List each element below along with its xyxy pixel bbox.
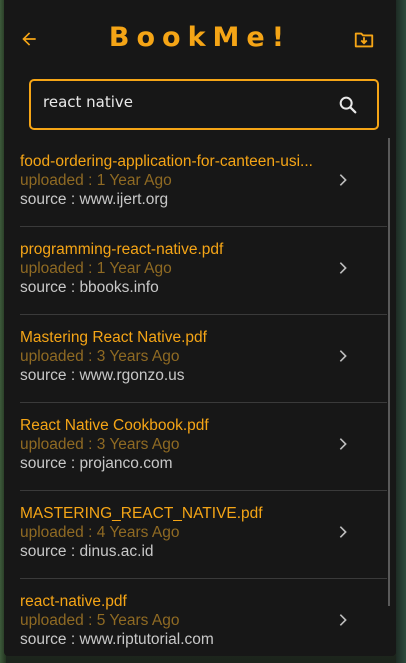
- result-uploaded: uploaded : 5 Years Ago: [20, 612, 180, 629]
- scrollbar[interactable]: [388, 138, 390, 606]
- chevron-right-icon: [339, 350, 347, 362]
- result-title: Mastering React Native.pdf: [20, 329, 207, 346]
- header: BookMe!: [4, 0, 396, 78]
- result-title: food-ordering-application-for-canteen-us…: [20, 153, 313, 170]
- result-uploaded: uploaded : 4 Years Ago: [20, 524, 180, 541]
- result-item[interactable]: food-ordering-application-for-canteen-us…: [20, 138, 387, 227]
- app-window: BookMe! food-ordering-application-for-ca…: [4, 0, 396, 656]
- chevron-right-icon: [339, 526, 347, 538]
- result-uploaded: uploaded : 3 Years Ago: [20, 348, 180, 365]
- result-item[interactable]: React Native Cookbook.pdf uploaded : 3 Y…: [20, 402, 387, 491]
- chevron-right-icon: [339, 614, 347, 626]
- search-input[interactable]: [43, 91, 323, 113]
- result-title: React Native Cookbook.pdf: [20, 417, 209, 434]
- result-item[interactable]: react-native.pdf uploaded : 5 Years Ago …: [20, 578, 387, 656]
- result-title: programming-react-native.pdf: [20, 241, 224, 258]
- chevron-right-icon: [339, 174, 347, 186]
- chevron-right-icon: [339, 438, 347, 450]
- downloads-button[interactable]: [352, 28, 376, 52]
- result-uploaded: uploaded : 1 Year Ago: [20, 172, 172, 189]
- result-source: source : dinus.ac.id: [20, 543, 154, 560]
- result-item[interactable]: Mastering React Native.pdf uploaded : 3 …: [20, 314, 387, 403]
- search-icon[interactable]: [337, 94, 359, 116]
- result-source: source : www.rgonzo.us: [20, 367, 185, 384]
- search-bar: [29, 79, 379, 130]
- result-title: MASTERING_REACT_NATIVE.pdf: [20, 505, 263, 522]
- app-title: BookMe!: [108, 22, 292, 53]
- result-source: source : www.riptutorial.com: [20, 631, 214, 648]
- result-uploaded: uploaded : 3 Years Ago: [20, 436, 180, 453]
- result-title: react-native.pdf: [20, 593, 127, 610]
- result-item[interactable]: MASTERING_REACT_NATIVE.pdf uploaded : 4 …: [20, 490, 387, 579]
- results-list: food-ordering-application-for-canteen-us…: [4, 138, 396, 656]
- result-uploaded: uploaded : 1 Year Ago: [20, 260, 172, 277]
- chevron-right-icon: [339, 262, 347, 274]
- folder-download-icon: [354, 32, 374, 48]
- result-source: source : bbooks.info: [20, 279, 159, 296]
- result-source: source : projanco.com: [20, 455, 173, 472]
- result-source: source : www.ijert.org: [20, 191, 169, 208]
- result-item[interactable]: programming-react-native.pdf uploaded : …: [20, 226, 387, 315]
